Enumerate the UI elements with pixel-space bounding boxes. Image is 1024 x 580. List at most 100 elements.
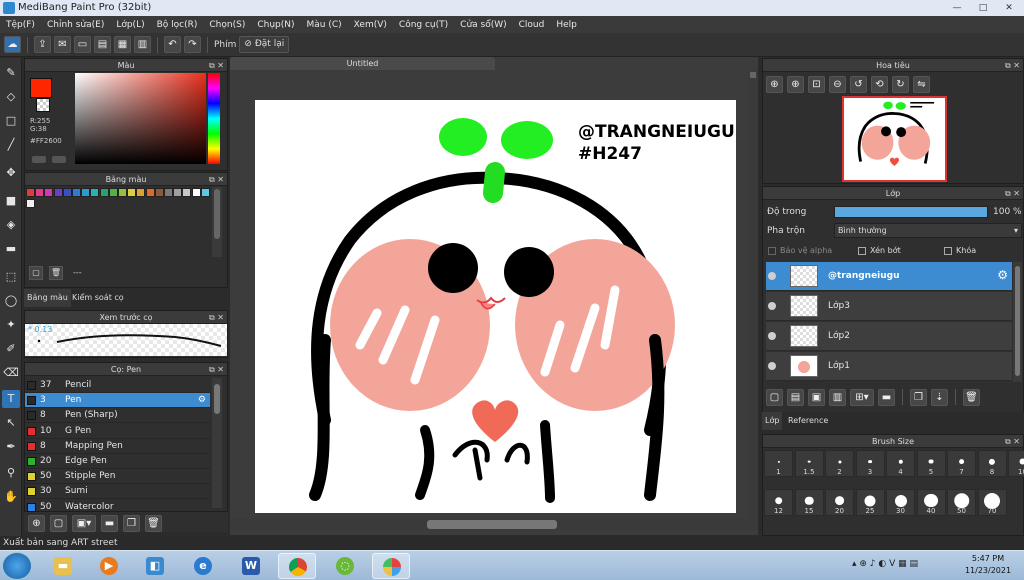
delete-brush-icon[interactable]: 🗑 — [145, 515, 162, 532]
palette-swatch[interactable] — [173, 188, 183, 197]
new-palette-icon[interactable]: ▢ — [29, 266, 43, 280]
menu-item[interactable]: Help — [550, 20, 583, 30]
brush-item[interactable]: 30 Sumi — [25, 484, 210, 500]
duplicate-layer-icon[interactable]: ❐ — [910, 389, 927, 406]
secondary-color-swatch[interactable] — [36, 98, 50, 112]
palette-swatch[interactable] — [44, 188, 54, 197]
palette-swatch[interactable] — [26, 199, 35, 208]
opacity-slider[interactable] — [834, 206, 988, 218]
palette-swatch[interactable] — [35, 188, 45, 197]
taskbar-word[interactable]: W — [232, 553, 270, 579]
layer-row[interactable]: Lớp3 — [766, 292, 1012, 321]
clock[interactable]: 5:47 PM 11/23/2021 — [960, 553, 1016, 577]
palette-swatch[interactable] — [53, 188, 63, 197]
canvas-vertical-scrollbar[interactable] — [748, 70, 758, 530]
new-layer-icon[interactable]: ▢ — [766, 389, 783, 406]
navigator-thumbnail[interactable] — [842, 96, 947, 182]
primary-color-swatch[interactable] — [30, 78, 52, 98]
chat-icon[interactable]: ▭ — [74, 36, 91, 53]
tab-reference[interactable]: Reference — [784, 412, 832, 430]
menu-item[interactable]: Chọn(S) — [203, 20, 251, 30]
brush-item[interactable]: 8 Mapping Pen — [25, 439, 210, 454]
eye-icon[interactable] — [768, 302, 776, 310]
new-brush-icon[interactable]: ▢ — [50, 515, 67, 532]
brush-size-cell[interactable]: 8 — [977, 450, 1007, 477]
brush-item[interactable]: 8 Pen (Sharp) — [25, 408, 210, 424]
palette-swatch[interactable] — [72, 188, 81, 197]
cloud-icon[interactable]: ☁ — [4, 36, 21, 53]
new-1bit-layer-icon[interactable]: ▥ — [829, 389, 846, 406]
brush-tool-icon[interactable]: ✎ — [2, 64, 20, 82]
panel-buttons-icon[interactable]: ⧉ ✕ — [1005, 435, 1020, 448]
palette-swatch[interactable] — [81, 188, 91, 197]
undo-icon[interactable]: ↶ — [164, 36, 181, 53]
fill-rect-tool-icon[interactable]: ■ — [2, 192, 20, 210]
brush-size-cell[interactable]: 1 — [764, 450, 793, 477]
layer-row[interactable]: @trangneiugu ⚙ — [766, 262, 1012, 291]
delete-palette-icon[interactable]: 🗑 — [49, 266, 63, 280]
panel-buttons-icon[interactable]: ⧉ ✕ — [209, 311, 224, 324]
taskbar-media-player[interactable]: ▶ — [90, 553, 128, 579]
palette-swatch[interactable] — [108, 188, 118, 197]
brush-size-cell[interactable]: 12 — [764, 489, 793, 516]
eye-icon[interactable] — [768, 332, 776, 340]
select-eraser-tool-icon[interactable]: ⌫ — [2, 364, 20, 382]
layer-list-scrollbar[interactable] — [1013, 262, 1022, 382]
hue-slider[interactable] — [208, 73, 220, 164]
fit-icon[interactable]: ⊡ — [808, 76, 825, 93]
zoom-out-icon[interactable]: ⊖ — [829, 76, 846, 93]
bucket-tool-icon[interactable]: ◈ — [2, 216, 20, 234]
brush-size-cell[interactable]: 50 — [947, 489, 976, 516]
tab-layer[interactable]: Lớp — [762, 412, 783, 430]
palette-swatch[interactable] — [164, 188, 173, 197]
menu-item[interactable]: Xem(V) — [348, 20, 393, 30]
palette-swatch[interactable] — [127, 188, 137, 197]
gear-icon[interactable]: ⚙ — [997, 268, 1008, 282]
panel-buttons-icon[interactable]: ⧉ ✕ — [1005, 187, 1020, 200]
brush-size-cell[interactable]: 20 — [825, 489, 854, 516]
zoom-in-alt-icon[interactable]: ⊕ — [787, 76, 804, 93]
brush-size-cell[interactable]: 70 — [977, 489, 1007, 516]
taskbar-explorer[interactable]: ▬ — [44, 553, 82, 579]
blend-mode-select[interactable]: Bình thường ▾ — [834, 223, 1022, 238]
minimize-button[interactable]: — — [944, 1, 970, 15]
panel-buttons-icon[interactable]: ⧉ ✕ — [209, 59, 224, 72]
rectangle-tool-icon[interactable]: □ — [2, 112, 20, 130]
menu-item[interactable]: Cloud — [513, 20, 551, 30]
text-tool-icon[interactable]: T — [2, 390, 20, 408]
brush-item[interactable]: 20 Edge Pen — [25, 454, 210, 469]
menu-item[interactable]: Lớp(L) — [110, 20, 150, 30]
grid-icon[interactable]: ▦ — [114, 36, 131, 53]
tray-icons[interactable]: ▴ ⊕ ♪ ◐ V ▦ ▤ — [852, 559, 918, 569]
brush-list-scrollbar[interactable] — [212, 378, 222, 508]
saturation-value-picker[interactable] — [75, 73, 206, 164]
brush-menu-icon[interactable]: ▣▾ — [72, 515, 96, 532]
palette-swatch[interactable] — [200, 188, 210, 197]
operation-tool-icon[interactable]: ↖ — [2, 414, 20, 432]
palette-swatch[interactable] — [62, 188, 72, 197]
delete-layer-icon[interactable]: 🗑 — [963, 389, 980, 406]
document-tab[interactable]: Untitled — [230, 57, 495, 70]
brush-size-cell[interactable]: 1.5 — [794, 450, 824, 477]
menu-item[interactable]: Công cụ(T) — [393, 20, 454, 30]
line-tool-icon[interactable]: ╱ — [2, 136, 20, 154]
clipping-checkbox[interactable]: Xén bớt — [858, 246, 901, 255]
brush-size-cell[interactable]: 4 — [886, 450, 915, 477]
protect-alpha-checkbox[interactable]: Bảo vệ alpha — [768, 246, 832, 255]
palette-swatch[interactable] — [118, 188, 127, 197]
eyedropper-tool-icon[interactable]: ⚲ — [2, 464, 20, 482]
brush-size-cell[interactable]: 40 — [916, 489, 946, 516]
new-8bit-layer-icon[interactable]: ▣ — [808, 389, 825, 406]
canvas-horizontal-scrollbar[interactable] — [230, 518, 748, 530]
taskbar-app[interactable]: ◧ — [136, 553, 174, 579]
palette-swatch[interactable] — [26, 188, 35, 197]
taskbar-app-green[interactable]: ◌ — [326, 553, 364, 579]
brush-size-cell[interactable]: 3 — [855, 450, 885, 477]
layout-icon[interactable]: ▥ — [134, 36, 151, 53]
lock-checkbox[interactable]: Khóa — [944, 246, 976, 255]
brush-size-cell[interactable]: 2 — [825, 450, 854, 477]
flip-icon[interactable]: ⇋ — [913, 76, 930, 93]
palette-swatch[interactable] — [154, 188, 164, 197]
palette-scrollbar[interactable] — [212, 187, 222, 257]
menu-item[interactable]: Chỉnh sửa(E) — [41, 20, 110, 30]
